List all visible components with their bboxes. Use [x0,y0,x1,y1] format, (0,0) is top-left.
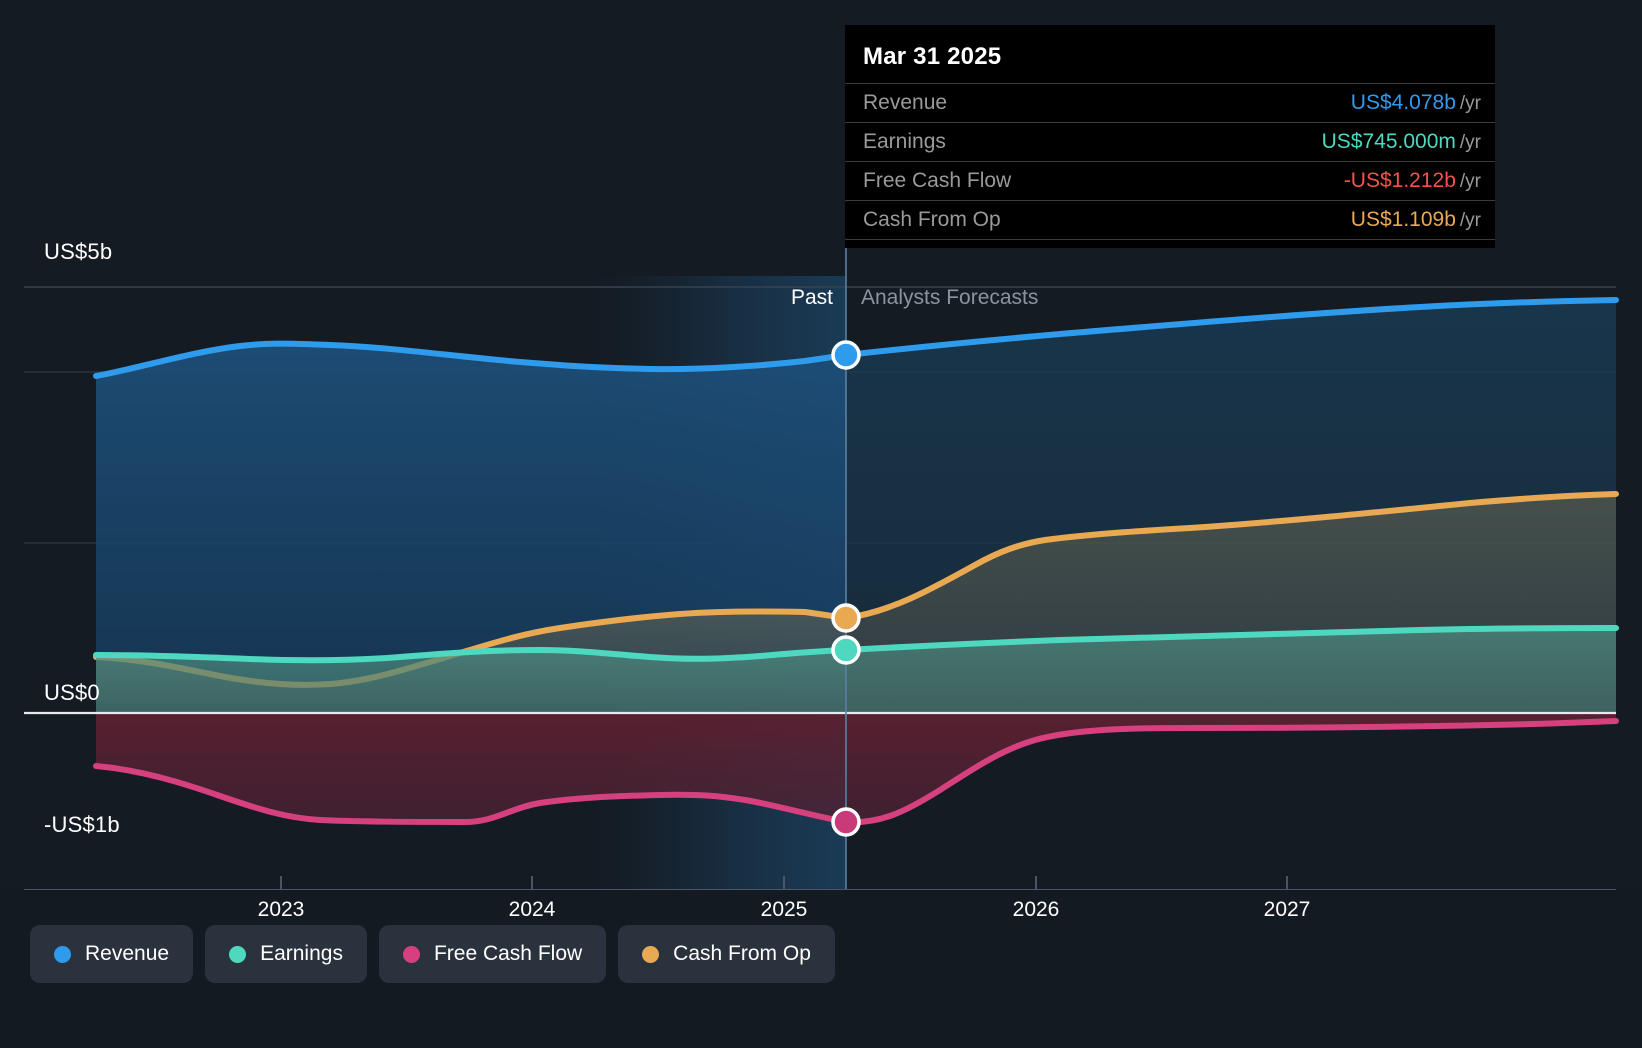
tooltip-row-cash-from-op: Cash From Op US$1.109b/yr [845,200,1495,240]
tooltip-unit-free-cash-flow: /yr [1460,171,1481,192]
tooltip-row-free-cash-flow: Free Cash Flow -US$1.212b/yr [845,161,1495,200]
tooltip-key-cash-from-op: Cash From Op [863,208,1001,232]
legend-label-revenue: Revenue [85,942,169,966]
x-tick-label-2025: 2025 [761,898,808,922]
legend-item-free-cash-flow[interactable]: Free Cash Flow [379,925,606,983]
y-tick-label-0: US$0 [44,680,100,706]
revenue-color-swatch-icon [54,946,71,963]
tooltip-value-cash-from-op: US$1.109b/yr [1351,208,1481,232]
tooltip-unit-cash-from-op: /yr [1460,210,1481,231]
x-tick-label-2023: 2023 [258,898,305,922]
tooltip-key-revenue: Revenue [863,91,947,115]
revenue-marker [833,342,859,368]
past-section-label: Past [791,286,833,310]
tooltip-key-earnings: Earnings [863,130,946,154]
forecast-section-label: Analysts Forecasts [861,286,1038,310]
legend-label-cash-from-op: Cash From Op [673,942,811,966]
tooltip-value-free-cash-flow: -US$1.212b/yr [1344,169,1481,193]
tooltip-number-earnings: US$745.000m [1322,130,1456,153]
legend-item-revenue[interactable]: Revenue [30,925,193,983]
chart-legend: Revenue Earnings Free Cash Flow Cash Fro… [30,925,835,983]
x-tick-label-2026: 2026 [1013,898,1060,922]
tooltip-row-earnings: Earnings US$745.000m/yr [845,122,1495,161]
cash-from-op-color-swatch-icon [642,946,659,963]
tooltip-unit-revenue: /yr [1460,93,1481,114]
legend-item-earnings[interactable]: Earnings [205,925,367,983]
legend-label-free-cash-flow: Free Cash Flow [434,942,582,966]
free-cash-flow-marker [833,809,859,835]
legend-label-earnings: Earnings [260,942,343,966]
tooltip-unit-earnings: /yr [1460,132,1481,153]
tooltip-value-revenue: US$4.078b/yr [1351,91,1481,115]
earnings-color-swatch-icon [229,946,246,963]
financial-chart-app: US$5b US$0 -US$1b Past Analysts Forecast… [0,0,1642,1048]
tooltip-row-revenue: Revenue US$4.078b/yr [845,83,1495,122]
cash-from-op-marker [833,605,859,631]
tooltip-number-revenue: US$4.078b [1351,91,1456,114]
earnings-marker [833,637,859,663]
tooltip-date: Mar 31 2025 [845,25,1495,83]
tooltip-number-cash-from-op: US$1.109b [1351,208,1456,231]
free-cash-flow-color-swatch-icon [403,946,420,963]
tooltip-number-free-cash-flow: -US$1.212b [1344,169,1456,192]
legend-item-cash-from-op[interactable]: Cash From Op [618,925,835,983]
x-tick-label-2024: 2024 [509,898,556,922]
y-tick-label-n1b: -US$1b [44,812,120,838]
x-tick-label-2027: 2027 [1264,898,1311,922]
y-tick-label-5b: US$5b [44,239,112,265]
tooltip-value-earnings: US$745.000m/yr [1322,130,1481,154]
tooltip-key-free-cash-flow: Free Cash Flow [863,169,1011,193]
chart-tooltip: Mar 31 2025 Revenue US$4.078b/yr Earning… [845,25,1495,248]
